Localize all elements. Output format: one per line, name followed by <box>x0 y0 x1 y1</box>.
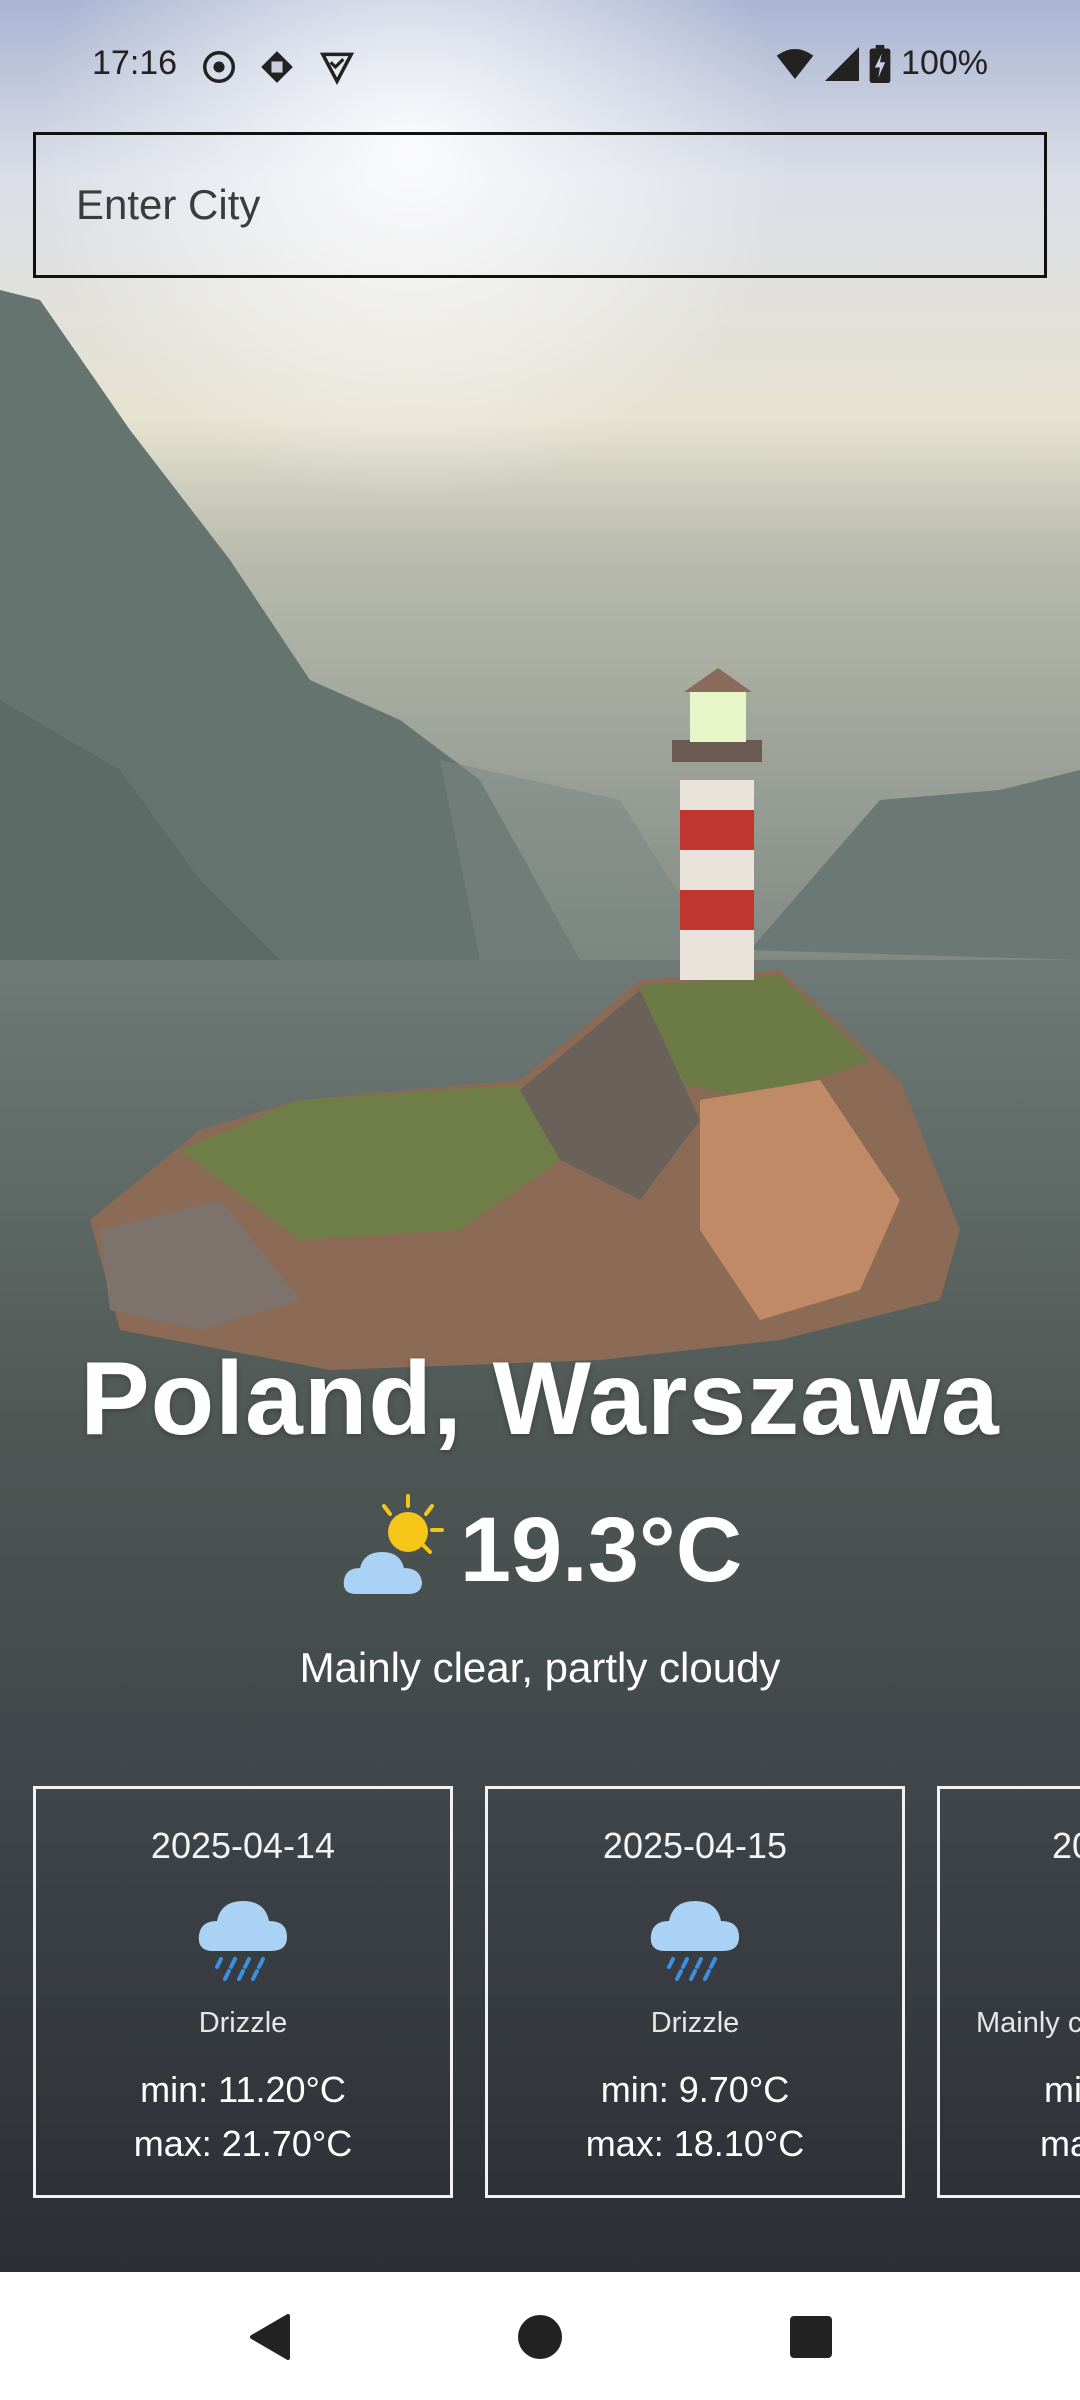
rain-cloud-icon <box>650 1901 739 1981</box>
forecast-condition: Drizzle <box>198 2007 288 2039</box>
city-search-input[interactable] <box>33 132 1047 278</box>
forecast-date: 20 <box>1052 1825 1080 1866</box>
forecast-max-temp: ma <box>1040 2123 1080 2164</box>
current-temperature-row: 19.3°C <box>0 1490 1080 1610</box>
battery-charging-icon <box>869 44 891 83</box>
forecast-max-temp: max: 21.70°C <box>133 2123 353 2164</box>
screen: 17:16 100% Enter City Poland, Warszawa 1… <box>0 0 1080 2400</box>
back-icon[interactable] <box>246 2312 296 2362</box>
navigation-bar <box>0 2272 1080 2400</box>
wifi-icon <box>776 48 814 79</box>
forecast-date: 2025-04-15 <box>602 1825 788 1866</box>
forecast-min-temp: min: 9.70°C <box>600 2069 790 2110</box>
location-title: Poland, Warszawa <box>80 1341 1000 1457</box>
forecast-min-temp: mi <box>1044 2069 1080 2110</box>
status-bar: 17:16 100% <box>0 0 1080 132</box>
vpn-diamond-icon <box>261 51 293 83</box>
forecast-card[interactable]: 20 Mainly c mi ma <box>937 1786 1080 2198</box>
forecast-condition: Drizzle <box>650 2007 740 2039</box>
forecast-max-temp: max: 18.10°C <box>585 2123 805 2164</box>
forecast-date: 2025-04-14 <box>150 1825 336 1866</box>
forecast-card[interactable]: 2025-04-15 Drizzle min: 9.70°C max: 18.1… <box>485 1786 905 2198</box>
current-temperature: 19.3°C <box>459 1498 743 1601</box>
rain-cloud-icon <box>198 1901 287 1981</box>
settings-gear-icon <box>203 51 235 83</box>
status-time: 17:16 <box>92 44 178 82</box>
current-condition: Mainly clear, partly cloudy <box>299 1644 781 1691</box>
forecast-card[interactable]: 2025-04-14 Drizzle min: 11.20°C max: 21.… <box>33 1786 453 2198</box>
partly-cloudy-sun-icon <box>343 1494 444 1594</box>
forecast-list[interactable]: 2025-04-14 Drizzle min: 11.20°C max: 21.… <box>0 1786 1080 2198</box>
shield-check-icon <box>319 52 355 85</box>
home-icon[interactable] <box>515 2312 565 2362</box>
signal-icon <box>825 46 860 81</box>
status-right-group: 100% <box>775 44 988 83</box>
forecast-min-temp: min: 11.20°C <box>140 2069 346 2110</box>
battery-percentage: 100% <box>901 44 988 82</box>
forecast-condition: Mainly c <box>976 2007 1080 2039</box>
recents-icon[interactable] <box>786 2312 836 2362</box>
